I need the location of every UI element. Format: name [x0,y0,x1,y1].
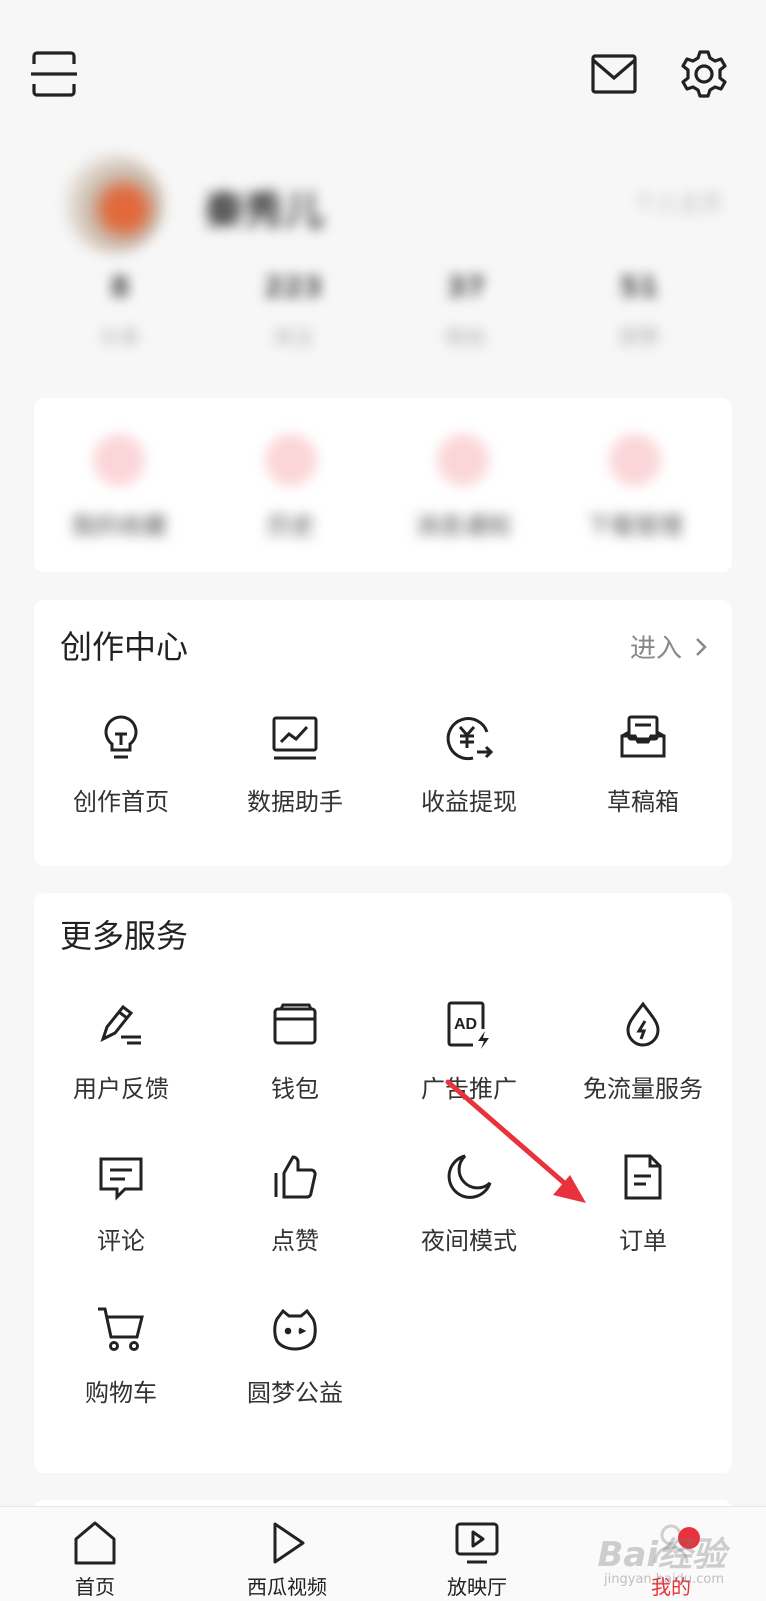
service-label: 用户反馈 [73,1075,169,1103]
service-ad-promotion[interactable]: AD 广告推广 [382,999,556,1104]
service-label: 钱包 [271,1075,319,1103]
creation-item-label: 收益提现 [421,788,517,816]
service-orders[interactable]: 订单 [556,1151,730,1256]
profile-section: 秦秀儿 个人主页 8 头条 223 关注 37 粉丝 51 获赞 [0,140,766,380]
creation-item-label: 数据助手 [247,788,343,816]
service-shopping-cart[interactable]: 购物车 [34,1303,208,1408]
quick-actions-card: 我的收藏 历史 消息通知 下载管理 [34,398,732,572]
service-data-free[interactable]: 免流量服务 [556,999,730,1104]
svg-text:AD: AD [454,1016,477,1033]
avatar[interactable] [64,154,164,254]
watermark-url: jingyan.baidu.com [604,1572,724,1587]
nav-xigua-video[interactable]: 西瓜视频 [212,1519,362,1600]
service-charity[interactable]: 圆梦公益 [208,1303,382,1408]
homepage-link[interactable]: 个人主页 [634,186,722,218]
stat-number: 37 [446,270,486,303]
quick-action-label: 消息通知 [415,512,511,540]
user-name[interactable]: 秦秀儿 [204,178,324,236]
quick-action-label: 历史 [267,512,315,540]
creation-item-label: 创作首页 [73,788,169,816]
nav-label: 首页 [75,1575,115,1599]
service-label: 免流量服务 [583,1075,703,1103]
nav-theater[interactable]: 放映厅 [402,1519,552,1600]
scan-icon[interactable] [28,48,80,100]
chevron-right-icon [696,637,707,656]
comment-icon [95,1151,147,1203]
service-comments[interactable]: 评论 [34,1151,208,1256]
stat-posts[interactable]: 8 头条 [50,270,190,350]
stat-label: 获赞 [619,325,659,349]
creation-center-enter-link[interactable]: 进入 [630,628,708,665]
creation-item-data-assistant[interactable]: 数据助手 [208,712,382,817]
shopping-cart-icon [95,1303,147,1355]
stat-label: 关注 [273,325,313,349]
service-label: 评论 [97,1227,145,1255]
creation-item-drafts[interactable]: 草稿箱 [556,712,730,817]
moon-icon [443,1151,495,1203]
service-label: 订单 [619,1227,667,1255]
history-icon [265,434,317,486]
service-label: 购物车 [85,1379,157,1407]
stat-label: 粉丝 [446,325,486,349]
service-night-mode[interactable]: 夜间模式 [382,1151,556,1256]
download-icon [609,434,661,486]
service-likes[interactable]: 点赞 [208,1151,382,1256]
nav-label: 放映厅 [447,1575,507,1599]
stat-number: 8 [110,270,130,303]
quick-action-favorites[interactable]: 我的收藏 [34,434,204,541]
stat-following[interactable]: 223 关注 [223,270,363,350]
service-wallet[interactable]: 钱包 [208,999,382,1104]
service-label: 广告推广 [421,1075,517,1103]
cat-face-icon [269,1303,321,1355]
chart-monitor-icon [269,712,321,764]
stat-likes[interactable]: 51 获赞 [569,270,709,350]
quick-action-label: 下载管理 [587,512,683,540]
more-services-card: 更多服务 用户反馈 钱包 AD 广告推广 免流量服务 评论 点赞 夜间模式 订单… [34,893,732,1473]
play-icon [263,1519,311,1567]
quick-action-history[interactable]: 历史 [206,434,376,541]
stat-number: 51 [619,270,659,303]
service-label: 圆梦公益 [247,1379,343,1407]
stat-label: 头条 [100,325,140,349]
watermark-logo: Bai经验 [597,1535,726,1575]
gear-icon[interactable] [678,48,730,100]
order-document-icon [617,1151,669,1203]
lightbulb-icon [95,712,147,764]
mail-icon[interactable] [588,48,640,100]
top-bar [0,0,766,140]
service-feedback[interactable]: 用户反馈 [34,999,208,1104]
creation-center-title: 创作中心 [60,628,189,666]
creation-item-label: 草稿箱 [607,788,679,816]
nav-label: 西瓜视频 [247,1575,327,1599]
quick-action-notifications[interactable]: 消息通知 [378,434,548,541]
pencil-feedback-icon [95,999,147,1051]
nav-home[interactable]: 首页 [20,1519,170,1600]
creation-item-withdraw[interactable]: 收益提现 [382,712,556,817]
wallet-icon [269,999,321,1051]
yuan-withdraw-icon [443,712,495,764]
thumbs-up-icon [269,1151,321,1203]
quick-action-downloads[interactable]: 下载管理 [550,434,720,541]
more-services-title: 更多服务 [60,917,189,955]
ad-icon: AD [443,999,495,1051]
notification-icon [437,434,489,486]
enter-label: 进入 [629,634,682,664]
water-drop-icon [617,999,669,1051]
favorites-icon [93,434,145,486]
service-label: 点赞 [271,1227,319,1255]
home-icon [71,1519,119,1567]
quick-action-label: 我的收藏 [71,512,167,540]
stat-followers[interactable]: 37 粉丝 [396,270,536,350]
tv-play-icon [453,1519,501,1567]
service-label: 夜间模式 [421,1227,517,1255]
creation-item-home[interactable]: 创作首页 [34,712,208,817]
creation-center-card: 创作中心 进入 创作首页 数据助手 收益提现 草稿箱 [34,600,732,866]
stat-number: 223 [263,270,323,303]
drafts-box-icon [617,712,669,764]
